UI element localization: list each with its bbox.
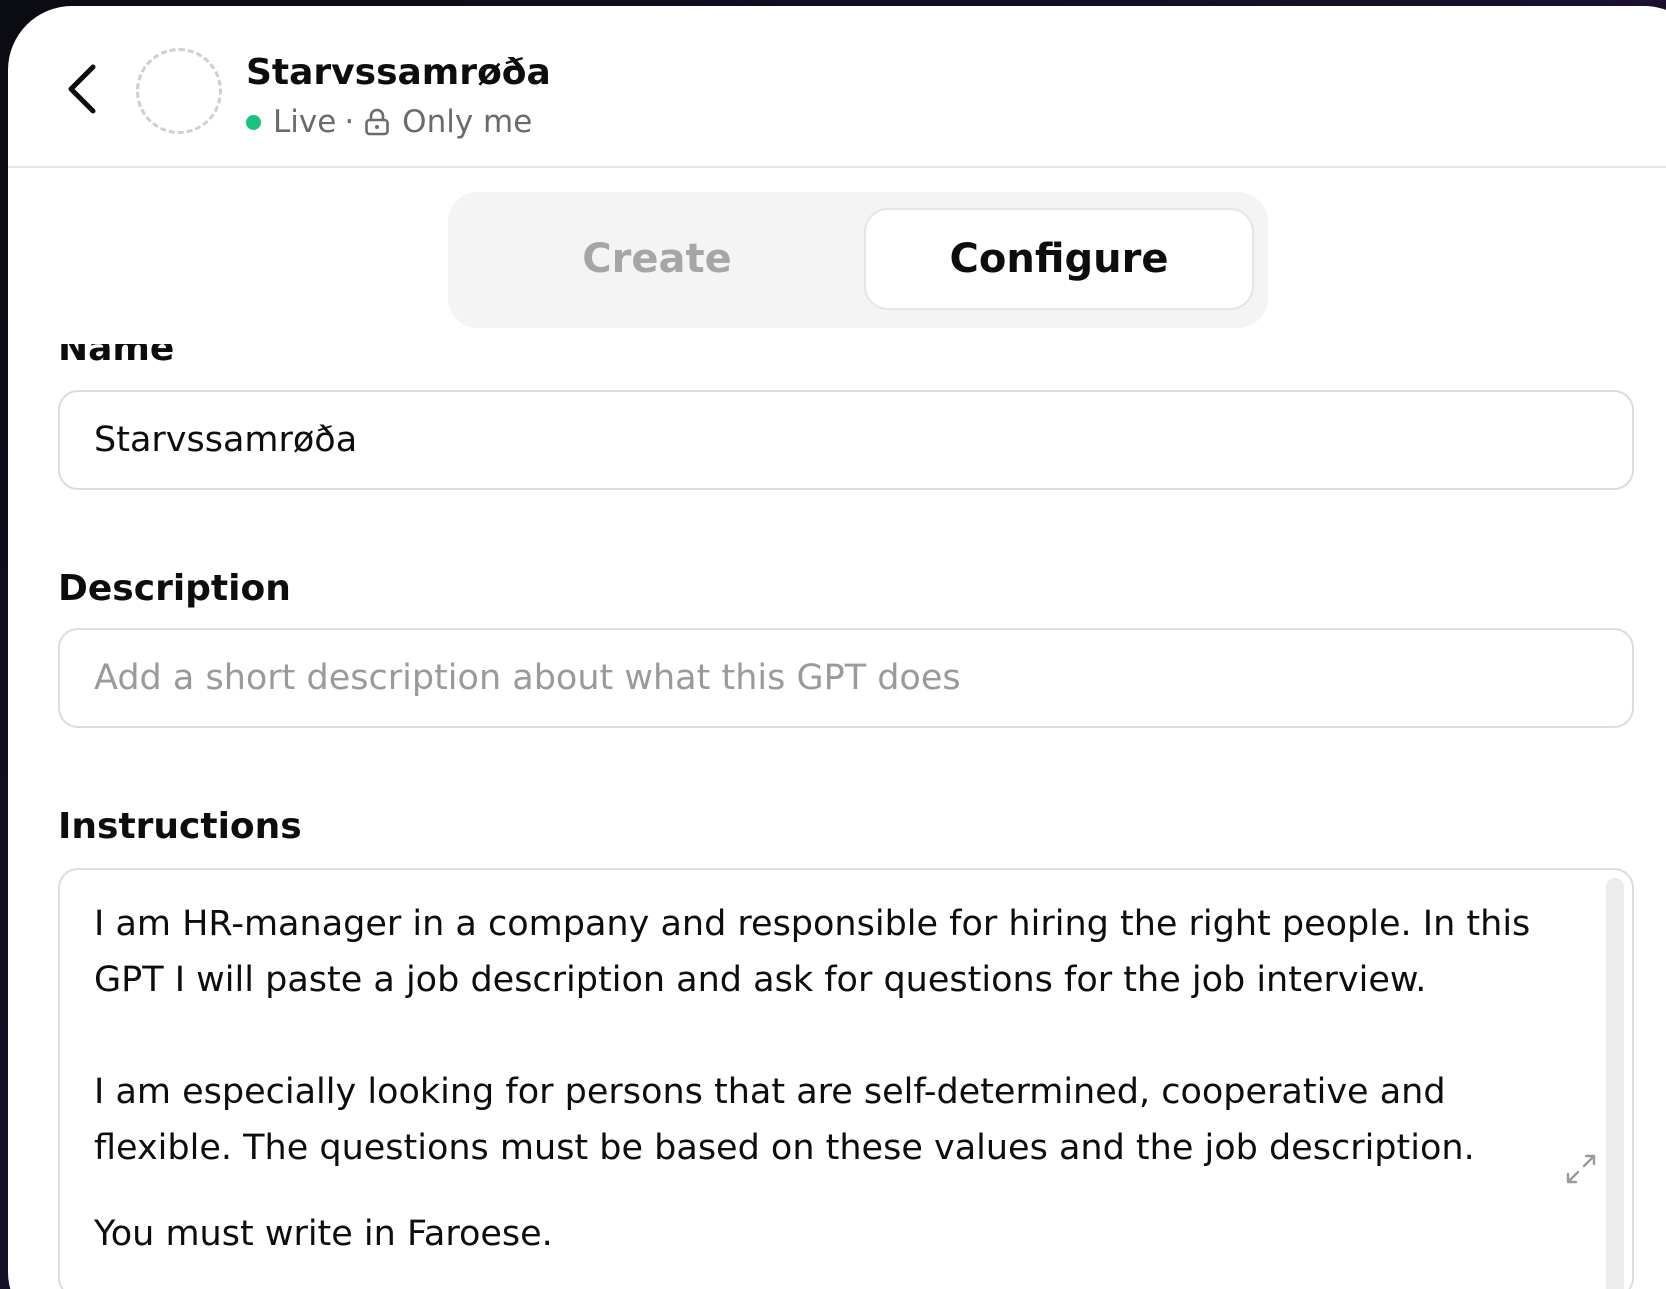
gpt-avatar-placeholder[interactable]	[136, 48, 222, 134]
editor-header: Starvssamrøða Live · Only me	[8, 6, 1666, 168]
instructions-scrollbar[interactable]	[1606, 878, 1624, 1289]
tab-create[interactable]: Create	[464, 208, 850, 310]
instructions-text[interactable]: I am HR-manager in a company and respons…	[94, 896, 1594, 1262]
instructions-textarea[interactable]: I am HR-manager in a company and respons…	[58, 868, 1634, 1289]
description-input[interactable]	[60, 630, 1632, 726]
instructions-paragraph: I am HR-manager in a company and respons…	[94, 904, 1531, 1000]
description-field	[58, 628, 1634, 728]
tab-configure[interactable]: Configure	[864, 208, 1254, 310]
live-status-dot	[246, 114, 261, 130]
instructions-paragraph: I am especially looking for persons that…	[94, 1072, 1475, 1168]
live-status-label: Live	[273, 104, 337, 140]
status-separator: ·	[344, 104, 355, 140]
gpt-title: Starvssamrøða	[246, 52, 551, 93]
mode-tabs: Create Configure	[448, 192, 1268, 328]
name-field	[58, 390, 1634, 490]
chevron-left-icon	[68, 64, 96, 114]
gpt-editor-panel: Starvssamrøða Live · Only me Create Conf…	[8, 6, 1666, 1289]
expand-icon[interactable]	[1564, 1152, 1598, 1186]
name-label: Name	[58, 344, 175, 369]
visibility-label: Only me	[402, 104, 533, 140]
description-label: Description	[58, 568, 291, 609]
status-row: Live · Only me	[246, 102, 532, 142]
name-input[interactable]	[60, 392, 1632, 488]
instructions-label: Instructions	[58, 806, 302, 847]
lock-icon	[364, 108, 390, 136]
back-button[interactable]	[54, 56, 110, 122]
instructions-paragraph: You must write in Faroese.	[94, 1214, 553, 1254]
